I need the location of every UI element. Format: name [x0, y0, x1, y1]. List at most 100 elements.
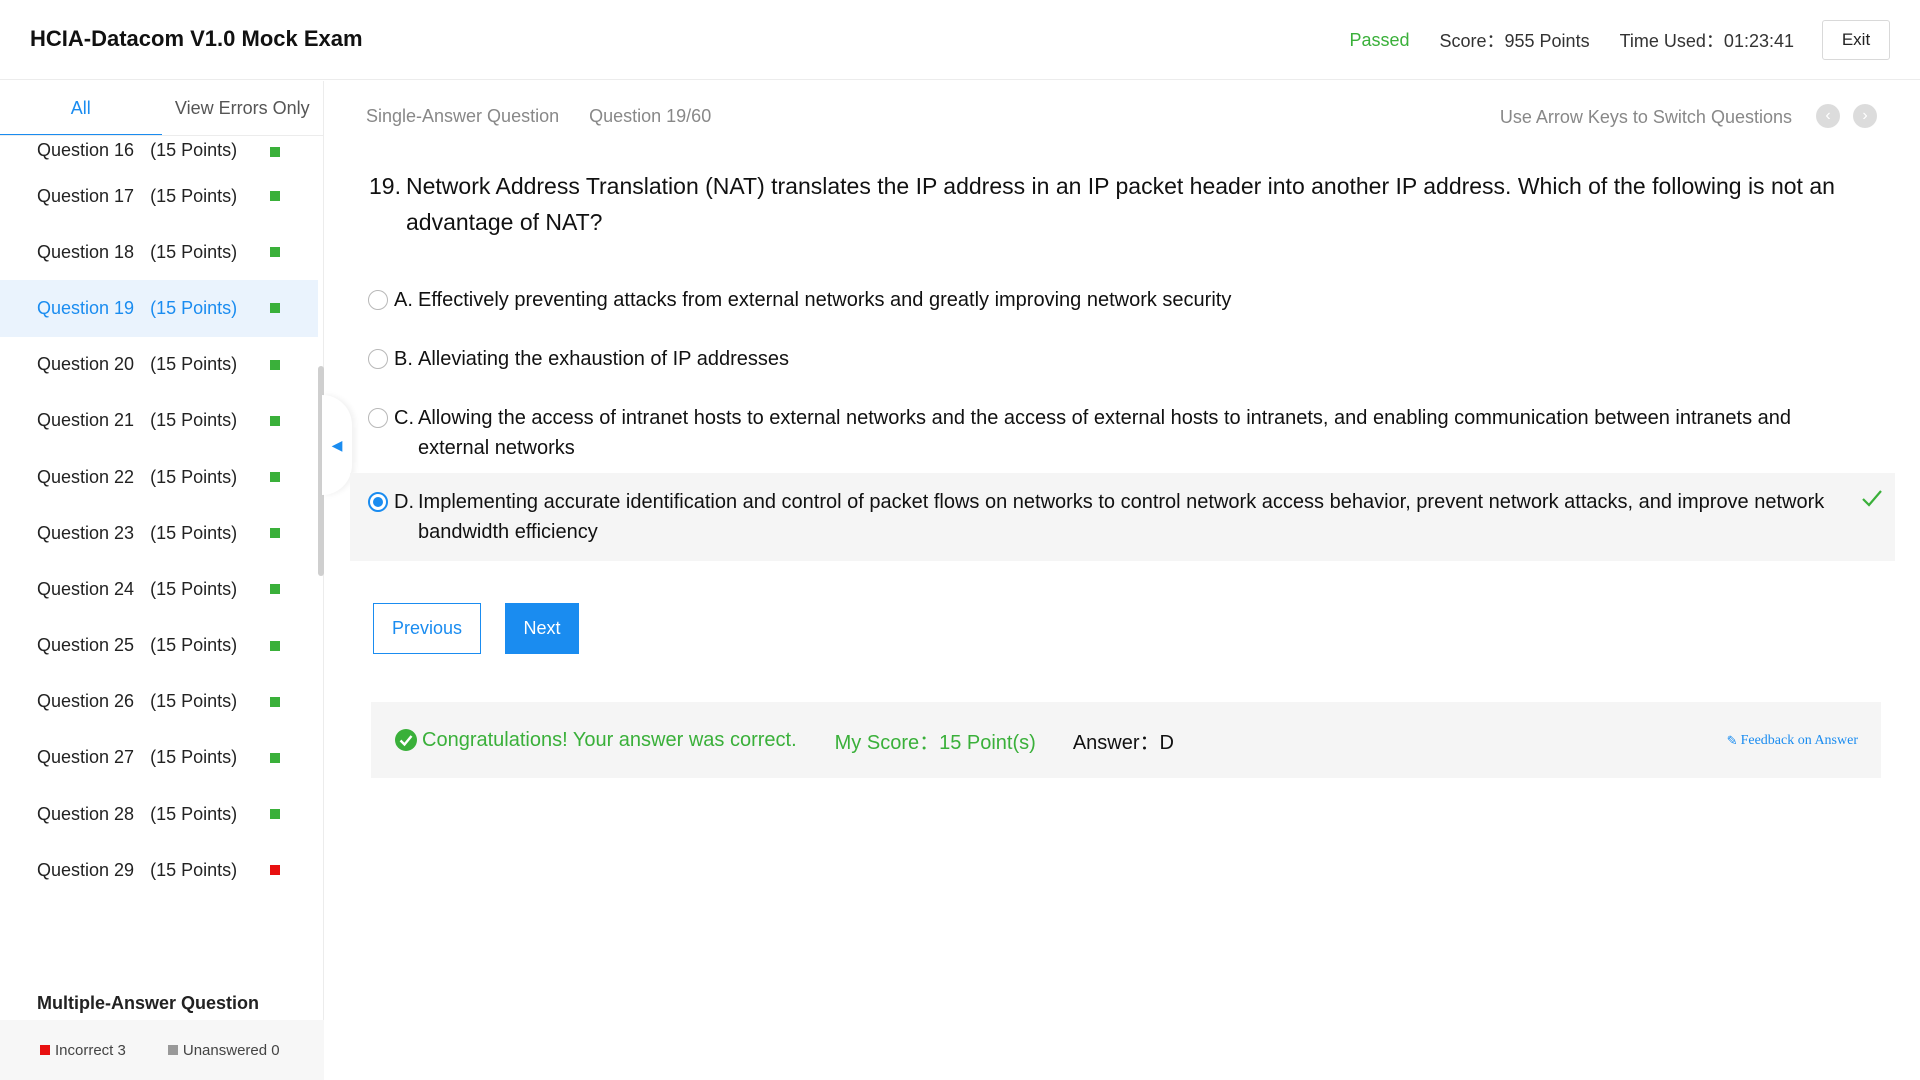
prev-question-arrow[interactable]: ‹: [1816, 104, 1840, 128]
green-square-icon: [270, 359, 280, 370]
option-a[interactable]: A. Effectively preventing attacks from e…: [350, 271, 1895, 329]
question-item-label: Question 18: [37, 241, 135, 262]
option-c[interactable]: C. Allowing the access of intranet hosts…: [350, 389, 1895, 477]
question-item-label: Question 22: [37, 466, 135, 487]
keyboard-hint: Use Arrow Keys to Switch Questions: [1499, 107, 1792, 127]
feedback-label: Feedback on Answer: [1740, 733, 1858, 748]
question-item-points: (15 Points): [150, 578, 238, 599]
green-square-icon: [270, 147, 280, 157]
exam-status-badge: Passed: [1349, 29, 1410, 50]
option-b-radio[interactable]: [368, 349, 388, 369]
option-b-label: B.: [394, 348, 413, 370]
question-progress: Question 19/60: [589, 106, 712, 126]
question-number: 19.: [369, 173, 401, 199]
correct-answer: Answer：D: [1072, 731, 1174, 754]
question-item-points: (15 Points): [150, 140, 238, 160]
option-c-label: C.: [394, 407, 414, 429]
option-a-text: Effectively preventing attacks from exte…: [418, 289, 1232, 311]
green-square-icon: [270, 640, 280, 651]
option-c-radio[interactable]: [368, 408, 388, 428]
question-item-points: (15 Points): [150, 466, 238, 487]
sidebar-question-item[interactable]: Question 25 (15 Points): [0, 618, 318, 674]
option-a-radio[interactable]: [368, 290, 388, 310]
option-d-radio[interactable]: [368, 492, 388, 512]
section-heading: Multiple-Answer Question: [37, 993, 260, 1013]
question-panel: Single-Answer Question Question 19/60 Us…: [350, 81, 1920, 1080]
option-b[interactable]: B. Alleviating the exhaustion of IP addr…: [350, 330, 1895, 388]
edit-icon: ✎: [1726, 733, 1738, 748]
sidebar-question-item[interactable]: Question 16 (15 Points): [0, 136, 318, 168]
next-button[interactable]: Next: [505, 603, 579, 654]
question-item-points: (15 Points): [150, 297, 238, 318]
option-d[interactable]: D. Implementing accurate identification …: [350, 473, 1895, 561]
question-item-label: Question 24: [37, 578, 135, 599]
legend-unanswered: Unanswered 0: [167, 1041, 280, 1059]
question-item-label: Question 20: [37, 354, 135, 375]
sidebar-question-item[interactable]: Question 17 (15 Points): [0, 168, 318, 224]
sidebar-question-item[interactable]: Question 30(15 Points): [0, 898, 318, 916]
next-question-arrow[interactable]: ›: [1853, 104, 1877, 128]
sidebar-question-item[interactable]: Question 26 (15 Points): [0, 674, 318, 730]
sidebar-question-item[interactable]: Question 18 (15 Points): [0, 224, 318, 280]
question-item-label: Question 16: [37, 140, 135, 160]
question-item-label: Question 27: [37, 747, 135, 768]
sidebar-question-item[interactable]: Question 20 (15 Points): [0, 337, 318, 393]
legend-unanswered-label: Unanswered 0: [182, 1041, 280, 1059]
question-text: Network Address Translation (NAT) transl…: [406, 173, 1835, 235]
answer-result-panel: Congratulations! Your answer was correct…: [371, 702, 1881, 778]
header-info: Passed Score：955 Points Time Used：01:23:…: [1349, 20, 1890, 60]
sidebar-question-item[interactable]: Question 29 (15 Points): [0, 842, 318, 898]
question-item-label: Question 25: [37, 635, 135, 656]
question-meta: Single-Answer Question Question 19/60: [366, 106, 711, 127]
sidebar-question-item[interactable]: Question 28 (15 Points): [0, 786, 318, 842]
gray-square-icon: [167, 1045, 178, 1055]
question-item-label: Question 19: [37, 297, 135, 318]
feedback-link[interactable]: ✎ Feedback on Answer: [1727, 733, 1858, 749]
exit-button[interactable]: Exit: [1822, 20, 1890, 60]
green-square-icon: [270, 247, 280, 258]
question-item-label: Question 28: [37, 803, 135, 824]
green-square-icon: [270, 696, 280, 707]
question-item-points: (15 Points): [150, 859, 238, 880]
green-square-icon: [270, 472, 280, 483]
sidebar-question-item[interactable]: Question 23 (15 Points): [0, 505, 318, 561]
sidebar-question-item[interactable]: Question 22 (15 Points): [0, 449, 318, 505]
sidebar-question-item[interactable]: Question 21 (15 Points): [0, 393, 318, 449]
check-circle-icon: [394, 728, 418, 752]
question-sidebar: All View Errors Only Question 16 (15 Poin…: [0, 81, 324, 1080]
chevron-left-icon: ‹: [1825, 107, 1831, 124]
question-item-points: (15 Points): [150, 635, 238, 656]
my-score: My Score：15 Point(s): [834, 731, 1036, 754]
question-item-label: Question 29: [37, 859, 135, 880]
question-item-points: (15 Points): [150, 522, 238, 543]
question-item-points: (15 Points): [150, 185, 238, 206]
question-item-label: Question 17: [37, 185, 135, 206]
sidebar-question-item[interactable]: Question 19 (15 Points): [0, 280, 318, 337]
time-used: Time Used：01:23:41: [1619, 31, 1794, 51]
chevron-right-icon: ›: [1862, 107, 1868, 124]
sidebar-question-item[interactable]: Question 24 (15 Points): [0, 561, 318, 617]
triangle-left-icon: ◀: [331, 436, 343, 453]
sidebar-collapse-toggle[interactable]: ◀: [322, 395, 352, 495]
checkmark-icon: [1861, 487, 1883, 518]
question-item-points: (15 Points): [150, 747, 238, 768]
question-item-points: (15 Points): [150, 241, 238, 262]
question-item-points: (15 Points): [150, 410, 238, 431]
red-square-icon: [40, 1045, 50, 1055]
previous-button[interactable]: Previous: [373, 603, 481, 654]
tab-all[interactable]: All: [0, 81, 162, 136]
green-square-icon: [270, 415, 280, 426]
green-square-icon: [270, 303, 280, 314]
sidebar-question-item[interactable]: Question 27 (15 Points): [0, 730, 318, 786]
option-d-text: Implementing accurate identification and…: [418, 491, 1825, 543]
option-b-text: Alleviating the exhaustion of IP address…: [418, 348, 789, 370]
question-item-label: Question 26: [37, 691, 135, 712]
sidebar-tabs: All View Errors Only: [0, 81, 324, 136]
question-list: Question 16 (15 Points) Question 17 (15 Poi…: [0, 136, 318, 916]
green-square-icon: [270, 752, 280, 763]
question-item-label: Question 21: [37, 410, 135, 431]
status-legend: Incorrect 3 Unanswered 0: [0, 1020, 324, 1080]
option-d-label: D.: [394, 491, 414, 513]
question-item-label: Question 23: [37, 522, 135, 543]
tab-view-errors-only[interactable]: View Errors Only: [162, 81, 324, 136]
